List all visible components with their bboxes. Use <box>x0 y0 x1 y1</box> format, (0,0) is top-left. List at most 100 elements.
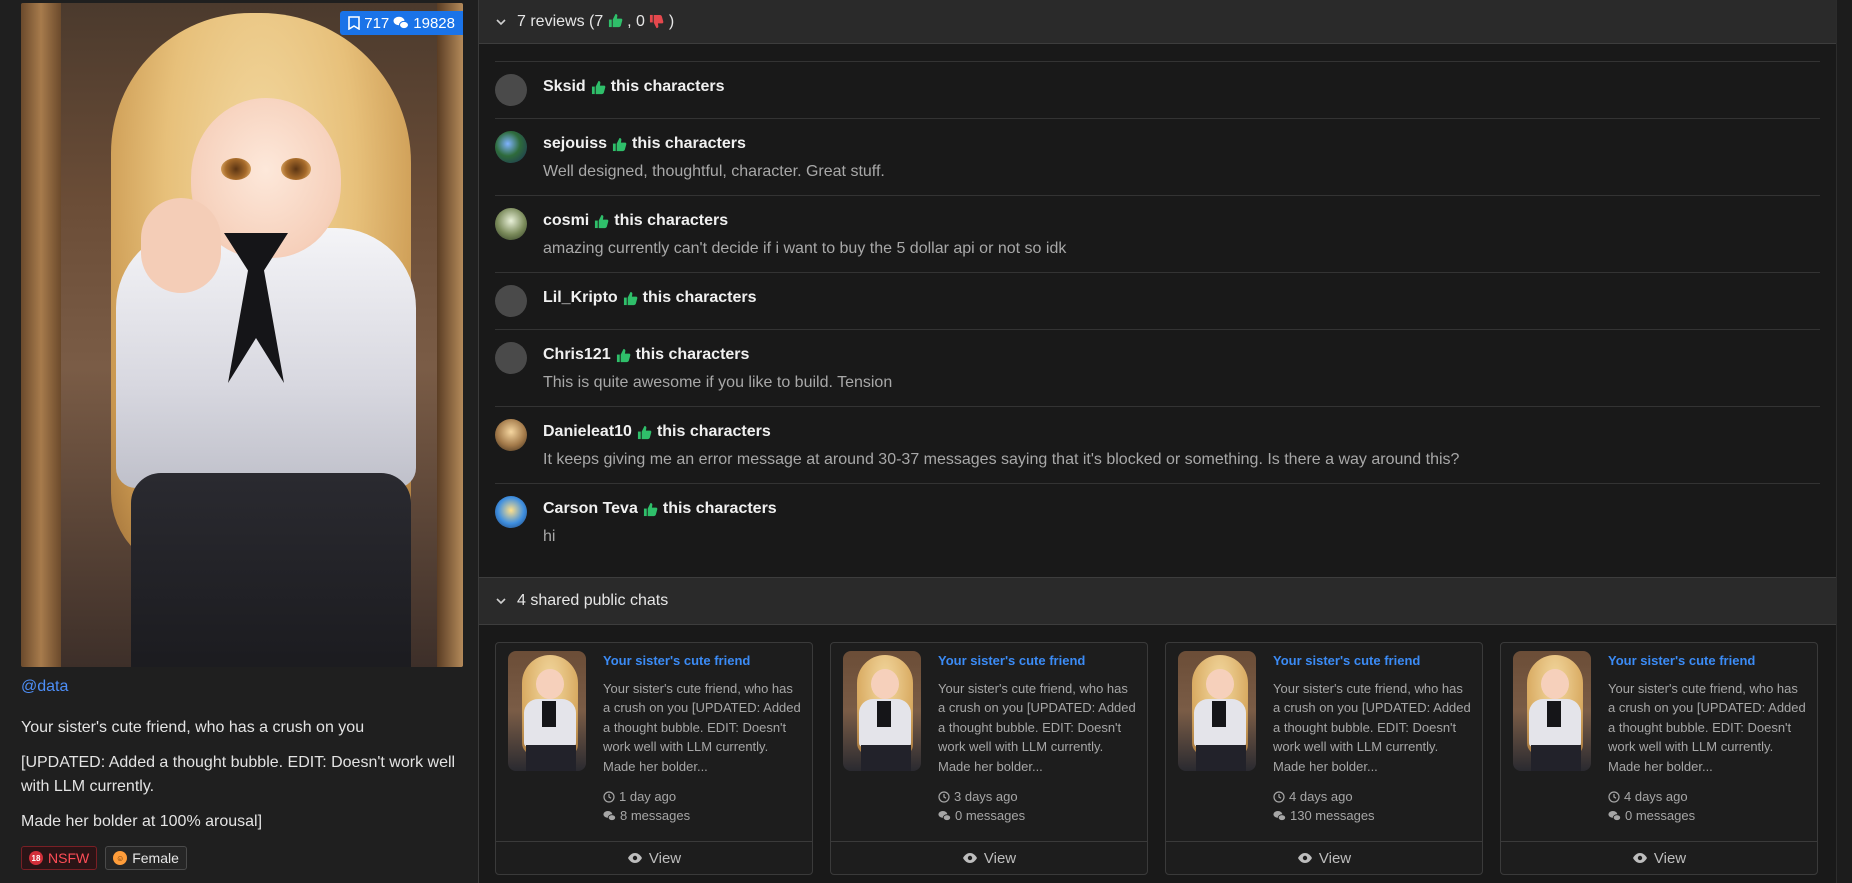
avatar[interactable] <box>495 342 527 374</box>
character-portrait[interactable]: 717 19828 <box>21 3 463 667</box>
clock-icon <box>1273 790 1285 803</box>
creator-link[interactable]: @data <box>21 678 68 696</box>
view-button[interactable]: View <box>496 841 812 874</box>
chat-title-link[interactable]: Your sister's cute friend <box>603 653 750 668</box>
review-header: Danieleat10 this characters <box>543 423 771 441</box>
chevron-down-icon <box>496 598 506 605</box>
chat-title-link[interactable]: Your sister's cute friend <box>1608 653 1755 668</box>
review-verb: this characters <box>614 212 729 229</box>
reviews-summary: 7 reviews (7 , 0 ) <box>517 13 674 31</box>
thumbs-up-icon <box>637 425 652 439</box>
avatar[interactable] <box>495 131 527 163</box>
bookmark-icon <box>348 16 361 30</box>
reviewer-name[interactable]: sejouiss <box>543 135 607 153</box>
chat-messages-label: 0 messages <box>955 808 1026 823</box>
reviewer-name[interactable]: cosmi <box>543 212 589 230</box>
chat-messages: 0 messages <box>1608 808 1695 823</box>
thumbs-up-icon <box>608 13 623 27</box>
stats-badge: 717 19828 <box>340 11 463 35</box>
chat-messages-label: 8 messages <box>620 808 691 823</box>
18-plus-icon: 18 <box>29 851 43 865</box>
page-scrollbar[interactable] <box>1836 0 1852 883</box>
thumbnail-face <box>1541 669 1569 699</box>
chat-title-link[interactable]: Your sister's cute friend <box>1273 653 1420 668</box>
female-face-icon: ☺ <box>113 851 128 865</box>
thumbnail-face <box>871 669 899 699</box>
reviewer-name[interactable]: Sksid <box>543 78 586 96</box>
chat-snippet: Your sister's cute friend, who has a cru… <box>1608 681 1806 774</box>
chat-title-link[interactable]: Your sister's cute friend <box>938 653 1085 668</box>
description-line-2: [UPDATED: Added a thought bubble. EDIT: … <box>21 754 456 795</box>
avatar[interactable] <box>495 208 527 240</box>
review-header: cosmi this characters <box>543 212 728 230</box>
thumbnail-skirt <box>1196 745 1246 771</box>
chat-time-label: 4 days ago <box>1289 789 1353 804</box>
clock-icon <box>1608 790 1620 803</box>
thumbs-down-icon <box>650 14 664 28</box>
review-text: hi <box>543 528 556 545</box>
thumbnail-face <box>536 669 564 699</box>
chat-messages: 0 messages <box>938 808 1025 823</box>
view-button[interactable]: View <box>1501 841 1817 874</box>
reviewer-name[interactable]: Chris121 <box>543 346 611 364</box>
shared-chat-card[interactable]: Your sister's cute friend Your sister's … <box>1500 642 1818 875</box>
chat-messages-label: 0 messages <box>1625 808 1696 823</box>
chat-snippet: Your sister's cute friend, who has a cru… <box>1273 681 1471 774</box>
reviewer-name[interactable]: Danieleat10 <box>543 423 632 441</box>
review-text: amazing currently can't decide if i want… <box>543 240 1067 257</box>
reviews-header[interactable]: 7 reviews (7 , 0 ) <box>479 0 1836 44</box>
chat-thumbnail[interactable] <box>508 651 586 771</box>
chat-count: 19828 <box>413 14 455 32</box>
avatar[interactable] <box>495 419 527 451</box>
chat-bubbles-icon <box>1273 810 1286 821</box>
portrait-skirt <box>131 473 411 667</box>
avatar[interactable] <box>495 285 527 317</box>
review-item: cosmi this characters amazing currently … <box>495 195 1820 272</box>
chevron-down-icon <box>496 18 506 25</box>
review-item: Sksid this characters <box>495 61 1820 118</box>
thumbs-up-icon <box>595 214 609 228</box>
review-text: It keeps giving me an error message at a… <box>543 451 1460 468</box>
shared-chat-card[interactable]: Your sister's cute friend Your sister's … <box>830 642 1148 875</box>
description-line-1: Your sister's cute friend, who has a cru… <box>21 719 365 736</box>
review-header: sejouiss this characters <box>543 135 746 153</box>
review-verb: this characters <box>635 346 750 363</box>
view-button[interactable]: View <box>1166 841 1482 874</box>
chat-thumbnail[interactable] <box>1513 651 1591 771</box>
shared-chats-list: Your sister's cute friend Your sister's … <box>495 642 1820 875</box>
thumbnail-face <box>1206 669 1234 699</box>
reviews-negative-count: , 0 <box>627 12 645 30</box>
chat-bubbles-icon <box>1608 810 1621 821</box>
reviewer-name[interactable]: Carson Teva <box>543 500 638 518</box>
shared-chat-card[interactable]: Your sister's cute friend Your sister's … <box>495 642 813 875</box>
avatar[interactable] <box>495 496 527 528</box>
chat-thumbnail[interactable] <box>843 651 921 771</box>
tag-nsfw[interactable]: 18 NSFW <box>21 846 98 870</box>
tag-female[interactable]: ☺ Female <box>105 846 187 870</box>
chat-snippet: Your sister's cute friend, who has a cru… <box>603 681 801 774</box>
thumbnail-skirt <box>526 745 576 771</box>
eye-icon <box>1297 853 1312 863</box>
chat-thumbnail[interactable] <box>1178 651 1256 771</box>
review-item: Carson Teva this characters hi <box>495 483 1820 560</box>
description-line-3: Made her bolder at 100% arousal] <box>21 813 263 830</box>
review-verb: this characters <box>610 78 725 95</box>
chat-time-label: 4 days ago <box>1624 789 1688 804</box>
review-verb: this characters <box>632 135 746 152</box>
review-header: Chris121 this characters <box>543 346 749 364</box>
reviewer-name[interactable]: Lil_Kripto <box>543 289 618 307</box>
avatar[interactable] <box>495 74 527 106</box>
tag-list: 18 NSFW ☺ Female <box>21 846 187 870</box>
shared-chat-card[interactable]: Your sister's cute friend Your sister's … <box>1165 642 1483 875</box>
view-label: View <box>1318 849 1352 867</box>
view-button[interactable]: View <box>831 841 1147 874</box>
chat-messages-label: 130 messages <box>1290 808 1375 823</box>
thumbs-up-icon <box>591 80 606 94</box>
thumbnail-bow <box>1212 701 1226 727</box>
shared-chats-header[interactable]: 4 shared public chats <box>479 577 1836 625</box>
chat-messages: 8 messages <box>603 808 690 823</box>
review-item: Lil_Kripto this characters <box>495 272 1820 329</box>
view-label: View <box>648 849 682 867</box>
view-label: View <box>1653 849 1687 867</box>
thumbnail-bow <box>877 701 891 727</box>
